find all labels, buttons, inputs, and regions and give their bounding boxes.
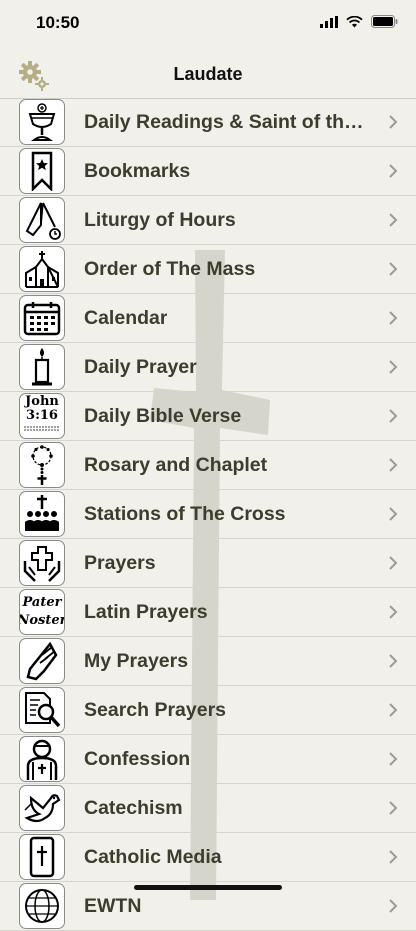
menu-item-label: Catechism xyxy=(84,797,183,819)
pater-noster-icon: Pater Noster xyxy=(19,589,65,635)
menu-item-label: My Prayers xyxy=(84,650,189,672)
menu-item-label: Latin Prayers xyxy=(84,601,208,623)
menu-item-label: EWTN xyxy=(84,895,142,917)
menu-item-prayers[interactable]: Prayers xyxy=(0,539,416,588)
status-bar: 10:50 xyxy=(0,0,416,48)
menu-item-catholic-media[interactable]: Catholic Media xyxy=(0,833,416,882)
icon-text-line: 3:16 xyxy=(26,408,58,423)
chevron-right-icon xyxy=(389,801,398,815)
menu-item-liturgy-of-hours[interactable]: Liturgy of Hours xyxy=(0,196,416,245)
menu-item-label: Stations of The Cross xyxy=(84,503,286,525)
menu-item-my-prayers[interactable]: My Prayers xyxy=(0,637,416,686)
menu-item-order-of-mass[interactable]: Order of The Mass xyxy=(0,245,416,294)
home-indicator[interactable] xyxy=(134,885,282,890)
globe-icon xyxy=(19,883,65,929)
status-icons xyxy=(320,15,398,28)
menu-item-label: Search Prayers xyxy=(84,699,227,721)
phone-cross-icon xyxy=(19,834,65,880)
menu-item-daily-prayer[interactable]: Daily Prayer xyxy=(0,343,416,392)
menu-item-label: Daily Readings & Saint of the Day xyxy=(84,111,374,133)
menu-item-bookmarks[interactable]: Bookmarks xyxy=(0,147,416,196)
chevron-right-icon xyxy=(389,262,398,276)
icon-text-line: Pater xyxy=(22,595,62,610)
menu-item-search-prayers[interactable]: Search Prayers xyxy=(0,686,416,735)
menu-item-label: Order of The Mass xyxy=(84,258,256,280)
page-title: Laudate xyxy=(173,64,243,84)
chevron-right-icon xyxy=(389,458,398,472)
chevron-right-icon xyxy=(389,311,398,325)
menu-item-confession[interactable]: Confession xyxy=(0,735,416,784)
menu-item-label: Rosary and Chaplet xyxy=(84,454,268,476)
menu-item-label: Daily Prayer xyxy=(84,356,197,378)
chevron-right-icon xyxy=(389,850,398,864)
praying-hands-icon xyxy=(19,638,65,684)
status-time: 10:50 xyxy=(36,13,80,32)
menu-item-stations-of-cross[interactable]: Stations of The Cross xyxy=(0,490,416,539)
church-icon xyxy=(19,246,65,292)
chevron-right-icon xyxy=(389,899,398,913)
icon-text-line: John xyxy=(25,394,59,409)
chevron-right-icon xyxy=(389,115,398,129)
menu-item-label: Catholic Media xyxy=(84,846,222,868)
menu-item-catechism[interactable]: Catechism xyxy=(0,784,416,833)
bookmark-icon xyxy=(19,148,65,194)
rosary-icon xyxy=(19,442,65,488)
chevron-right-icon xyxy=(389,507,398,521)
menu-item-label: Calendar xyxy=(84,307,168,329)
battery-icon xyxy=(371,15,398,28)
menu-item-latin-prayers[interactable]: Pater Noster Latin Prayers xyxy=(0,588,416,637)
menu-item-label: Liturgy of Hours xyxy=(84,209,236,231)
chevron-right-icon xyxy=(389,654,398,668)
priest-icon xyxy=(19,736,65,782)
menu-item-label: Confession xyxy=(84,748,191,770)
icon-text-line: Noster xyxy=(19,613,65,628)
calendar-icon xyxy=(19,295,65,341)
chevron-right-icon xyxy=(389,213,398,227)
praying-hands-clock-icon xyxy=(19,197,65,243)
menu-item-daily-bible-verse[interactable]: John 3:16 Daily Bible Verse xyxy=(0,392,416,441)
menu-item-calendar[interactable]: Calendar xyxy=(0,294,416,343)
menu-item-label: Prayers xyxy=(84,552,156,574)
chevron-right-icon xyxy=(389,164,398,178)
menu-item-daily-readings[interactable]: Daily Readings & Saint of the Day xyxy=(0,98,416,147)
signal-icon xyxy=(320,15,338,28)
chevron-right-icon xyxy=(389,752,398,766)
menu-item-rosary[interactable]: Rosary and Chaplet xyxy=(0,441,416,490)
menu-item-label: Bookmarks xyxy=(84,160,191,182)
chevron-right-icon xyxy=(389,360,398,374)
chalice-icon xyxy=(19,99,65,145)
chevron-right-icon xyxy=(389,703,398,717)
search-document-icon xyxy=(19,687,65,733)
stations-icon xyxy=(19,491,65,537)
main-menu-list: Daily Readings & Saint of the Day Bookma… xyxy=(0,98,416,931)
chevron-right-icon xyxy=(389,605,398,619)
wifi-icon xyxy=(346,15,363,27)
candle-icon xyxy=(19,344,65,390)
chevron-right-icon xyxy=(389,556,398,570)
menu-item-label: Daily Bible Verse xyxy=(84,405,242,427)
bible-verse-icon: John 3:16 xyxy=(19,393,65,439)
hands-cross-icon xyxy=(19,540,65,586)
navigation-bar: Laudate xyxy=(0,48,416,99)
dove-icon xyxy=(19,785,65,831)
fine-print-lines xyxy=(24,426,60,431)
chevron-right-icon xyxy=(389,409,398,423)
